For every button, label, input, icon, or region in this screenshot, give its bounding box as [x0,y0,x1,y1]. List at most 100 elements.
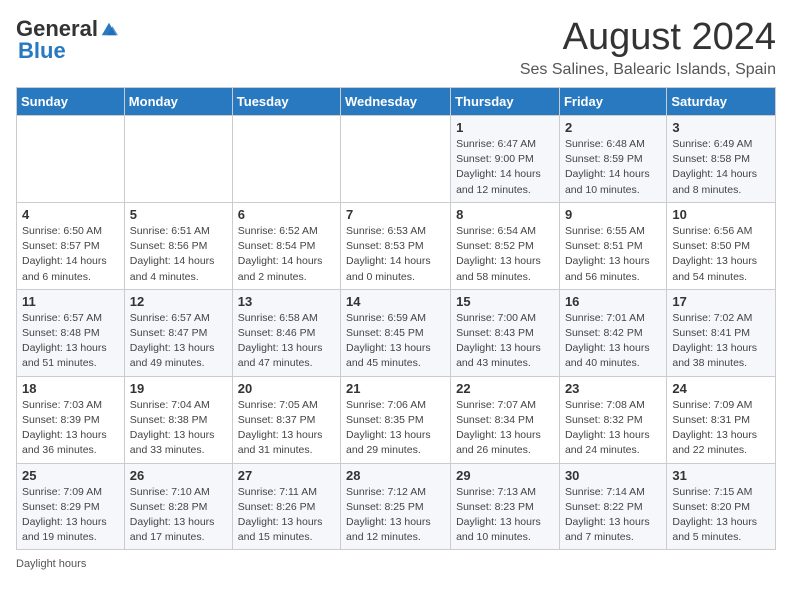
week-row-5: 25Sunrise: 7:09 AM Sunset: 8:29 PM Dayli… [17,463,776,550]
cell-week1-day5: 2 Sunrise: 6:48 AM Sunset: 8:59 PM Daylig… [559,116,666,203]
header-sunday: Sunday [17,88,125,116]
cell-week3-day5: 16 Sunrise: 7:01 AM Sunset: 8:42 PM Dayli… [559,289,666,376]
day-number: 26 [130,468,227,483]
cell-week1-day0 [17,116,125,203]
cell-week3-day1: 12 Sunrise: 6:57 AM Sunset: 8:47 PM Dayli… [124,289,232,376]
logo: General Blue [16,16,118,64]
cell-week2-day5: 9 Sunrise: 6:55 AM Sunset: 8:51 PM Daylig… [559,202,666,289]
day-number: 14 [346,294,445,309]
day-number: 17 [672,294,770,309]
cell-week2-day2: 6Sunrise: 6:52 AM Sunset: 8:54 PM Daylig… [232,202,340,289]
header-friday: Friday [559,88,666,116]
cell-week2-day3: 7 Sunrise: 6:53 AM Sunset: 8:53 PM Daylig… [341,202,451,289]
cell-week1-day6: 3 Sunrise: 6:49 AM Sunset: 8:58 PM Daylig… [667,116,776,203]
day-number: 12 [130,294,227,309]
header-tuesday: Tuesday [232,88,340,116]
day-number: 1 [456,120,554,135]
day-info: Sunrise: 6:57 AM Sunset: 8:48 PM Dayligh… [22,311,119,372]
cell-week4-day2: 20 Sunrise: 7:05 AM Sunset: 8:37 PM Dayli… [232,376,340,463]
day-info: Sunrise: 7:06 AM Sunset: 8:35 PM Dayligh… [346,398,445,459]
cell-week5-day6: 31 Sunrise: 7:15 AM Sunset: 8:20 PM Dayli… [667,463,776,550]
day-info: Sunrise: 6:51 AM Sunset: 8:56 PM Dayligh… [130,224,227,285]
day-info: Sunrise: 6:53 AM Sunset: 8:53 PM Dayligh… [346,224,445,285]
day-info: Sunrise: 6:57 AM Sunset: 8:47 PM Dayligh… [130,311,227,372]
day-info: Sunrise: 7:05 AM Sunset: 8:37 PM Dayligh… [238,398,335,459]
day-info: Sunrise: 7:15 AM Sunset: 8:20 PM Dayligh… [672,485,770,546]
cell-week3-day6: 17Sunrise: 7:02 AM Sunset: 8:41 PM Dayli… [667,289,776,376]
day-info: Sunrise: 7:03 AM Sunset: 8:39 PM Dayligh… [22,398,119,459]
cell-week1-day2 [232,116,340,203]
cell-week1-day1 [124,116,232,203]
day-info: Sunrise: 7:07 AM Sunset: 8:34 PM Dayligh… [456,398,554,459]
week-row-3: 11Sunrise: 6:57 AM Sunset: 8:48 PM Dayli… [17,289,776,376]
header-saturday: Saturday [667,88,776,116]
day-info: Sunrise: 6:50 AM Sunset: 8:57 PM Dayligh… [22,224,119,285]
calendar-table: SundayMondayTuesdayWednesdayThursdayFrid… [16,87,776,550]
day-info: Sunrise: 7:01 AM Sunset: 8:42 PM Dayligh… [565,311,661,372]
day-info: Sunrise: 6:52 AM Sunset: 8:54 PM Dayligh… [238,224,335,285]
day-number: 31 [672,468,770,483]
header-row: SundayMondayTuesdayWednesdayThursdayFrid… [17,88,776,116]
location-title: Ses Salines, Balearic Islands, Spain [520,61,776,79]
cell-week4-day1: 19Sunrise: 7:04 AM Sunset: 8:38 PM Dayli… [124,376,232,463]
footer-note: Daylight hours [16,558,776,570]
day-info: Sunrise: 7:04 AM Sunset: 8:38 PM Dayligh… [130,398,227,459]
cell-week2-day0: 4Sunrise: 6:50 AM Sunset: 8:57 PM Daylig… [17,202,125,289]
day-number: 27 [238,468,335,483]
day-info: Sunrise: 7:09 AM Sunset: 8:29 PM Dayligh… [22,485,119,546]
header-monday: Monday [124,88,232,116]
cell-week5-day3: 28Sunrise: 7:12 AM Sunset: 8:25 PM Dayli… [341,463,451,550]
title-area: August 2024 Ses Salines, Balearic Island… [520,16,776,79]
day-info: Sunrise: 7:12 AM Sunset: 8:25 PM Dayligh… [346,485,445,546]
cell-week4-day0: 18Sunrise: 7:03 AM Sunset: 8:39 PM Dayli… [17,376,125,463]
cell-week4-day4: 22 Sunrise: 7:07 AM Sunset: 8:34 PM Dayli… [451,376,560,463]
day-number: 9 [565,207,661,222]
day-info: Sunrise: 7:14 AM Sunset: 8:22 PM Dayligh… [565,485,661,546]
day-info: Sunrise: 7:08 AM Sunset: 8:32 PM Dayligh… [565,398,661,459]
cell-week3-day0: 11Sunrise: 6:57 AM Sunset: 8:48 PM Dayli… [17,289,125,376]
day-number: 2 [565,120,661,135]
day-info: Sunrise: 7:11 AM Sunset: 8:26 PM Dayligh… [238,485,335,546]
day-number: 22 [456,381,554,396]
cell-week4-day6: 24Sunrise: 7:09 AM Sunset: 8:31 PM Dayli… [667,376,776,463]
day-info: Sunrise: 6:49 AM Sunset: 8:58 PM Dayligh… [672,137,770,198]
day-info: Sunrise: 6:54 AM Sunset: 8:52 PM Dayligh… [456,224,554,285]
page-header: General Blue August 2024 Ses Salines, Ba… [16,16,776,79]
header-wednesday: Wednesday [341,88,451,116]
day-info: Sunrise: 6:55 AM Sunset: 8:51 PM Dayligh… [565,224,661,285]
day-info: Sunrise: 6:47 AM Sunset: 9:00 PM Dayligh… [456,137,554,198]
cell-week5-day4: 29 Sunrise: 7:13 AM Sunset: 8:23 PM Dayli… [451,463,560,550]
day-number: 3 [672,120,770,135]
month-title: August 2024 [520,16,776,59]
cell-week3-day3: 14 Sunrise: 6:59 AM Sunset: 8:45 PM Dayli… [341,289,451,376]
day-info: Sunrise: 6:56 AM Sunset: 8:50 PM Dayligh… [672,224,770,285]
cell-week1-day4: 1 Sunrise: 6:47 AM Sunset: 9:00 PM Daylig… [451,116,560,203]
cell-week2-day1: 5 Sunrise: 6:51 AM Sunset: 8:56 PM Daylig… [124,202,232,289]
week-row-1: 1 Sunrise: 6:47 AM Sunset: 9:00 PM Daylig… [17,116,776,203]
day-info: Sunrise: 7:13 AM Sunset: 8:23 PM Dayligh… [456,485,554,546]
day-number: 10 [672,207,770,222]
day-number: 30 [565,468,661,483]
week-row-4: 18Sunrise: 7:03 AM Sunset: 8:39 PM Dayli… [17,376,776,463]
day-info: Sunrise: 7:00 AM Sunset: 8:43 PM Dayligh… [456,311,554,372]
day-number: 23 [565,381,661,396]
day-number: 21 [346,381,445,396]
day-number: 15 [456,294,554,309]
day-info: Sunrise: 6:48 AM Sunset: 8:59 PM Dayligh… [565,137,661,198]
cell-week4-day5: 23 Sunrise: 7:08 AM Sunset: 8:32 PM Dayli… [559,376,666,463]
day-info: Sunrise: 6:59 AM Sunset: 8:45 PM Dayligh… [346,311,445,372]
footer-text: Daylight hours [16,558,86,570]
day-info: Sunrise: 7:09 AM Sunset: 8:31 PM Dayligh… [672,398,770,459]
day-number: 5 [130,207,227,222]
cell-week5-day1: 26 Sunrise: 7:10 AM Sunset: 8:28 PM Dayli… [124,463,232,550]
cell-week1-day3 [341,116,451,203]
day-number: 7 [346,207,445,222]
cell-week3-day2: 13Sunrise: 6:58 AM Sunset: 8:46 PM Dayli… [232,289,340,376]
cell-week3-day4: 15 Sunrise: 7:00 AM Sunset: 8:43 PM Dayli… [451,289,560,376]
week-row-2: 4Sunrise: 6:50 AM Sunset: 8:57 PM Daylig… [17,202,776,289]
day-info: Sunrise: 7:10 AM Sunset: 8:28 PM Dayligh… [130,485,227,546]
day-number: 20 [238,381,335,396]
day-number: 29 [456,468,554,483]
day-number: 16 [565,294,661,309]
cell-week5-day2: 27 Sunrise: 7:11 AM Sunset: 8:26 PM Dayli… [232,463,340,550]
